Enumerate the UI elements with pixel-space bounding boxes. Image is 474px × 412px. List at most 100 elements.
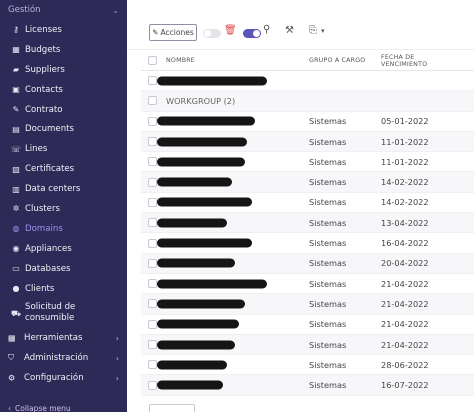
row-group: Sistemas bbox=[309, 116, 347, 127]
sidebar-item-suppliers[interactable]: ▰ Suppliers bbox=[0, 60, 127, 80]
row-name[interactable] bbox=[157, 71, 309, 90]
table-body: WORKGROUP (2) Sistemas 05-01-2022 Sistemas 1… bbox=[141, 71, 474, 396]
row-checkbox[interactable] bbox=[148, 340, 157, 349]
row-date: 28-06-2022 bbox=[381, 359, 429, 370]
sidebar-item-contacts[interactable]: ▣ Contacts bbox=[0, 80, 127, 100]
briefcase-icon: ▩ bbox=[8, 333, 16, 343]
row-name[interactable] bbox=[157, 112, 309, 131]
table-row[interactable] bbox=[141, 71, 474, 92]
row-checkbox[interactable] bbox=[148, 380, 157, 390]
table-row[interactable]: Sistemas 05-01-2022 bbox=[141, 112, 474, 132]
toggle-switch-off[interactable] bbox=[203, 29, 221, 38]
page-size-select[interactable] bbox=[149, 404, 195, 412]
row-checkbox[interactable] bbox=[148, 116, 157, 126]
sidebar-item-contrato[interactable]: ✎ Contrato bbox=[0, 100, 127, 120]
export-file-icon[interactable]: ⎘ bbox=[309, 25, 317, 36]
table-row[interactable]: Sistemas 28-06-2022 bbox=[141, 355, 474, 376]
sidebar-item-domains[interactable]: ◍ Domains bbox=[0, 219, 127, 239]
row-checkbox[interactable] bbox=[148, 238, 157, 248]
cart-icon: ⛟ bbox=[10, 308, 22, 318]
sidebar-item-certificates[interactable]: ▧ Certificates bbox=[0, 159, 127, 179]
column-header-fecha[interactable]: FECHA DE VENCIMIENTO bbox=[381, 54, 456, 68]
sidebar-item-label: Certificates bbox=[25, 164, 75, 175]
row-name[interactable] bbox=[157, 254, 309, 273]
sidebar-item-lines[interactable]: ☏ Lines bbox=[0, 139, 127, 159]
column-header-nombre[interactable]: NOMBRE bbox=[157, 51, 309, 70]
row-name[interactable] bbox=[157, 132, 309, 151]
row-checkbox[interactable] bbox=[148, 360, 157, 370]
actions-button[interactable]: ✎ Acciones bbox=[149, 24, 197, 41]
row-name[interactable] bbox=[157, 152, 309, 171]
table-row[interactable]: Sistemas 21-04-2022 bbox=[141, 334, 474, 356]
row-group: Sistemas bbox=[309, 136, 347, 147]
toggle-switch-on[interactable] bbox=[243, 29, 261, 38]
row-group: Sistemas bbox=[309, 319, 347, 330]
row-checkbox[interactable] bbox=[148, 299, 157, 309]
wrench-icon[interactable]: ⚒ bbox=[285, 25, 294, 36]
row-name[interactable] bbox=[157, 213, 309, 232]
row-name[interactable] bbox=[157, 375, 309, 394]
sidebar-item-documents[interactable]: ▤ Documents bbox=[0, 119, 127, 139]
sidebar-item-appliances[interactable]: ◉ Appliances bbox=[0, 239, 127, 259]
row-checkbox[interactable] bbox=[148, 157, 157, 167]
sidebar-item-budgets[interactable]: ▦ Budgets bbox=[0, 40, 127, 60]
row-checkbox[interactable] bbox=[148, 76, 157, 86]
table-row[interactable]: Sistemas 14-02-2022 bbox=[141, 172, 474, 193]
sidebar-group-herramientas[interactable]: ▩ Herramientas › bbox=[0, 328, 127, 348]
sidebar-item-clusters[interactable]: ✲ Clusters bbox=[0, 199, 127, 219]
row-name[interactable] bbox=[157, 294, 309, 313]
table-row[interactable]: Sistemas 13-04-2022 bbox=[141, 213, 474, 234]
sidebar-item-solicitud-consumible[interactable]: ⛟ Solicitud de consumible bbox=[0, 298, 127, 328]
row-checkbox[interactable] bbox=[148, 319, 157, 329]
row-checkbox[interactable] bbox=[148, 258, 157, 268]
row-checkbox[interactable] bbox=[148, 218, 157, 228]
row-group: Sistemas bbox=[309, 197, 347, 208]
table-row[interactable]: Sistemas 11-01-2022 bbox=[141, 131, 474, 153]
trash-icon[interactable]: 🗑 bbox=[224, 25, 237, 36]
row-name[interactable] bbox=[157, 335, 309, 354]
contract-icon: ✎ bbox=[12, 105, 20, 114]
chevron-right-icon: › bbox=[115, 373, 119, 383]
row-checkbox[interactable] bbox=[148, 197, 157, 207]
row-checkbox[interactable] bbox=[148, 177, 157, 187]
sidebar-item-data-centers[interactable]: ▥ Data centers bbox=[0, 179, 127, 199]
row-name[interactable] bbox=[157, 172, 309, 191]
sidebar-item-licenses[interactable]: ⚷ Licenses bbox=[0, 20, 127, 40]
sidebar-item-label: Budgets bbox=[25, 44, 61, 55]
sidebar-group-label: Herramientas bbox=[24, 333, 83, 344]
row-name[interactable] bbox=[157, 355, 309, 374]
chevron-down-icon[interactable]: ▾ bbox=[321, 27, 325, 35]
select-all-checkbox[interactable] bbox=[148, 56, 157, 65]
column-header-grupo[interactable]: GRUPO A CARGO bbox=[309, 57, 381, 64]
redaction-mark bbox=[157, 299, 245, 309]
search-icon[interactable]: ⚲ bbox=[263, 24, 270, 35]
table-row[interactable]: WORKGROUP (2) bbox=[141, 91, 474, 112]
row-name[interactable] bbox=[157, 315, 309, 334]
redaction-mark bbox=[157, 340, 235, 349]
table-row[interactable]: Sistemas 21-04-2022 bbox=[141, 274, 474, 295]
sidebar-group-administracion[interactable]: ⛉ Administración › bbox=[0, 348, 127, 368]
datacenter-icon: ▥ bbox=[12, 184, 20, 194]
chevron-right-icon: › bbox=[115, 353, 119, 363]
table-row[interactable]: Sistemas 20-04-2022 bbox=[141, 253, 474, 274]
row-name[interactable] bbox=[157, 233, 309, 252]
table-row[interactable]: Sistemas 14-02-2022 bbox=[141, 193, 474, 214]
row-name[interactable] bbox=[157, 274, 309, 293]
sidebar-item-label: Solicitud de consumible bbox=[25, 302, 76, 324]
row-name[interactable]: WORKGROUP (2) bbox=[157, 91, 309, 110]
row-group: Sistemas bbox=[309, 380, 347, 391]
table-row[interactable]: Sistemas 16-07-2022 bbox=[141, 375, 474, 396]
table-row[interactable]: Sistemas 11-01-2022 bbox=[141, 152, 474, 173]
sidebar-item-databases[interactable]: ▭ Databases bbox=[0, 259, 127, 279]
sidebar-item-clients[interactable]: ● Clients bbox=[0, 279, 127, 299]
row-name[interactable] bbox=[157, 193, 309, 212]
row-checkbox[interactable] bbox=[148, 279, 157, 289]
table-row[interactable]: Sistemas 21-04-2022 bbox=[141, 315, 474, 335]
table-row[interactable]: Sistemas 21-04-2022 bbox=[141, 294, 474, 315]
sidebar-group-configuracion[interactable]: ⚙ Configuración › bbox=[0, 368, 127, 388]
table-row[interactable]: Sistemas 16-04-2022 bbox=[141, 233, 474, 254]
row-checkbox[interactable] bbox=[148, 137, 157, 147]
collapse-menu-button[interactable]: ‹ Collapse menu bbox=[8, 402, 71, 412]
sidebar-section-gestion[interactable]: Gestión ⌄ bbox=[0, 0, 127, 20]
row-checkbox[interactable] bbox=[148, 96, 157, 106]
